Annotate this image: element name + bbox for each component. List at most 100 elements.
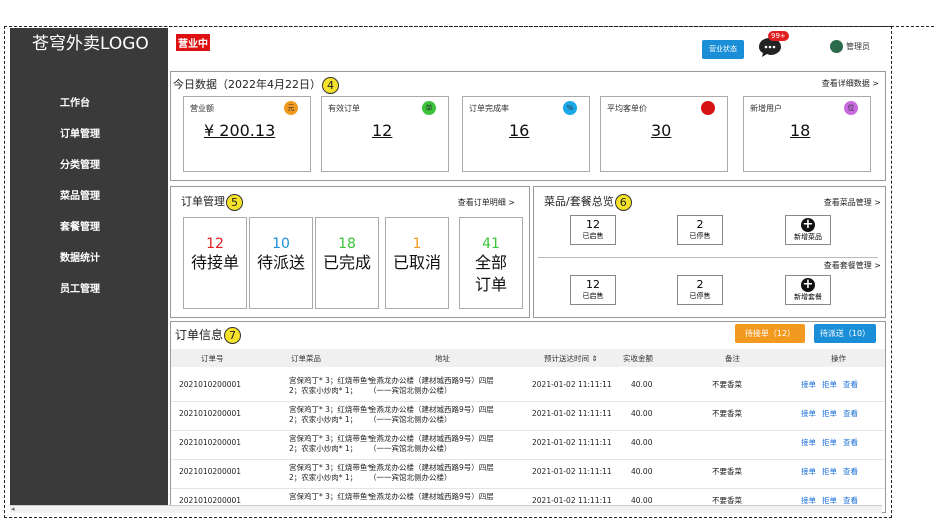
accept-order-link[interactable]: 接单: [801, 467, 816, 476]
combo-on-sale[interactable]: 12 已启售: [570, 275, 616, 305]
dishes-line-1: 宫保鸡丁* 3；红烧带鱼*: [289, 376, 372, 385]
dishes-line-1: 宫保鸡丁* 3；红烧带鱼*: [289, 434, 372, 443]
view-combo-management-link[interactable]: 查看套餐管理 >: [824, 260, 881, 271]
dish-on-label: 已启售: [582, 232, 604, 240]
chevron-right-icon: >: [874, 261, 881, 270]
order-box-completed[interactable]: 18 已完成: [315, 217, 379, 309]
order-id: 2021010200001: [179, 409, 242, 418]
sidebar: 苍穹外卖LOGO 工作台 订单管理 分类管理 菜品管理 套餐管理 数据统计 员工…: [10, 28, 168, 512]
view-dish-management-link[interactable]: 查看菜品管理 >: [824, 197, 881, 208]
stat-card-valid-orders: 有效订单 单 12: [321, 96, 449, 172]
view-order-link[interactable]: 查看: [843, 496, 858, 505]
dish-off-sale[interactable]: 2 已停售: [677, 215, 723, 245]
accept-order-link[interactable]: 接单: [801, 496, 816, 505]
stat-value: 18: [790, 121, 811, 140]
scroll-left-icon[interactable]: ◂: [11, 505, 15, 513]
view-details-link[interactable]: 查看详细数据 >: [822, 78, 879, 89]
stat-label: 平均客单价: [607, 104, 647, 113]
admin-menu[interactable]: 管理员: [830, 40, 870, 53]
order-box-to-deliver[interactable]: 10 待派送: [249, 217, 313, 309]
divider: [538, 257, 878, 258]
order-actions: 接单 拒单 查看: [801, 438, 864, 448]
column-header: 地址: [435, 354, 450, 363]
order-label: 已取消: [392, 253, 441, 272]
order-delivery-time: 2021-01-02 11:11:11: [532, 438, 612, 447]
order-count: 18: [338, 236, 356, 252]
reject-order-link[interactable]: 拒单: [822, 438, 837, 447]
reject-order-link[interactable]: 拒单: [822, 380, 837, 389]
order-dishes: 宫保鸡丁* 3；红烧带鱼* 2；农家小炒肉* 1；: [289, 405, 371, 425]
dishes-line-2: 2；农家小炒肉* 1；: [289, 386, 358, 395]
order-dishes: 宫保鸡丁* 3；红烧带鱼*: [289, 492, 371, 502]
pending-orders-button[interactable]: 待接单（12）: [735, 324, 805, 343]
view-combo-management-text: 查看套餐管理: [823, 261, 872, 270]
dish-off-label: 已停售: [689, 232, 711, 240]
horizontal-scrollbar[interactable]: ◂: [10, 505, 882, 513]
yuan-icon: 元: [284, 101, 298, 115]
accept-order-link[interactable]: 接单: [801, 409, 816, 418]
user-icon: 位: [844, 101, 858, 115]
stat-label: 订单完成率: [469, 104, 509, 113]
view-order-link[interactable]: 查看: [843, 438, 858, 447]
sidebar-item-orders[interactable]: 订单管理: [10, 119, 168, 150]
add-combo-button[interactable]: + 新增套餐: [785, 275, 831, 305]
order-delivery-time: 2021-01-02 11:11:11: [532, 409, 612, 418]
order-box-pending[interactable]: 12 待接单: [183, 217, 247, 309]
avatar: [830, 40, 843, 53]
stat-value: 12: [372, 121, 393, 140]
sidebar-item-dishes[interactable]: 菜品管理: [10, 181, 168, 212]
sidebar-item-employees[interactable]: 员工管理: [10, 274, 168, 305]
accept-order-link[interactable]: 接单: [801, 438, 816, 447]
reject-order-link[interactable]: 拒单: [822, 496, 837, 505]
sidebar-item-workbench[interactable]: 工作台: [10, 88, 168, 119]
combo-off-count: 2: [696, 278, 704, 291]
dishes-line-1: 宫保鸡丁* 3；红烧带鱼*: [289, 463, 372, 472]
order-amount: 40.00: [631, 438, 653, 447]
view-order-link[interactable]: 查看: [843, 409, 858, 418]
business-state-button[interactable]: 营业状态: [702, 40, 744, 59]
delivering-orders-button[interactable]: 待派送（10）: [814, 324, 876, 343]
order-address: 金燕龙办公楼（建材城西路9号）四层 （一一宾馆北侧办公楼）: [369, 405, 494, 425]
add-combo-label: 新增套餐: [794, 293, 822, 301]
table-row: 2021010200001 宫保鸡丁* 3；红烧带鱼* 2；农家小炒肉* 1； 金燕龙…: [171, 401, 885, 431]
order-dishes: 宫保鸡丁* 3；红烧带鱼* 2；农家小炒肉* 1；: [289, 376, 371, 396]
order-box-cancelled[interactable]: 1 已取消: [385, 217, 449, 309]
view-order-details-link[interactable]: 查看订单明细 >: [458, 197, 515, 208]
view-order-link[interactable]: 查看: [843, 467, 858, 476]
stat-card-new-users: 新增用户 位 18: [743, 96, 871, 172]
order-box-all[interactable]: 41 全部订单: [459, 217, 523, 309]
accept-order-link[interactable]: 接单: [801, 380, 816, 389]
reject-order-link[interactable]: 拒单: [822, 409, 837, 418]
order-management-title: 订单管理 5: [181, 193, 243, 211]
chevron-right-icon: >: [874, 198, 881, 207]
view-order-link[interactable]: 查看: [843, 380, 858, 389]
add-dish-button[interactable]: + 新增菜品: [785, 215, 831, 245]
dish-on-count: 12: [586, 218, 600, 231]
dish-on-sale[interactable]: 12 已启售: [570, 215, 616, 245]
sidebar-item-combos[interactable]: 套餐管理: [10, 212, 168, 243]
column-header: 订单号: [201, 354, 224, 363]
order-actions: 接单 拒单 查看: [801, 380, 864, 390]
reject-order-link[interactable]: 拒单: [822, 467, 837, 476]
column-header: 实收金额: [623, 354, 653, 363]
plus-icon: +: [801, 277, 815, 292]
sidebar-item-categories[interactable]: 分类管理: [10, 150, 168, 181]
order-actions: 接单 拒单 查看: [801, 409, 864, 419]
table-row: 2021010200001 宫保鸡丁* 3；红烧带鱼* 2；农家小炒肉* 1； 金燕龙…: [171, 430, 885, 460]
today-title-text: 今日数据（2022年4月22日）: [173, 78, 321, 91]
order-info-title: 订单信息 7: [175, 326, 242, 344]
order-address: 金燕龙办公楼（建材城西路9号）四层 （一一宾馆北侧办公楼）: [369, 376, 494, 396]
column-header-sortable[interactable]: 预计送达时间 ⇕: [544, 353, 598, 364]
stat-value: ¥ 200.13: [204, 121, 276, 140]
add-dish-label: 新增菜品: [794, 233, 822, 241]
order-note: 不要香菜: [712, 380, 742, 389]
annotation-marker-5: 5: [226, 193, 243, 211]
combo-off-sale[interactable]: 2 已停售: [677, 275, 723, 305]
sidebar-item-statistics[interactable]: 数据统计: [10, 243, 168, 274]
order-label: 待接单: [190, 253, 239, 272]
sidebar-menu: 工作台 订单管理 分类管理 菜品管理 套餐管理 数据统计 员工管理: [10, 88, 168, 305]
order-address: 金燕龙办公楼（建材城西路9号）四层: [369, 492, 494, 502]
order-icon: 单: [422, 101, 436, 115]
address-line-1: 金燕龙办公楼（建材城西路9号）四层: [369, 463, 494, 472]
order-management-panel: 订单管理 5 查看订单明细 > 12 待接单 10 待派送 18 已完成 1 已取…: [170, 186, 530, 318]
